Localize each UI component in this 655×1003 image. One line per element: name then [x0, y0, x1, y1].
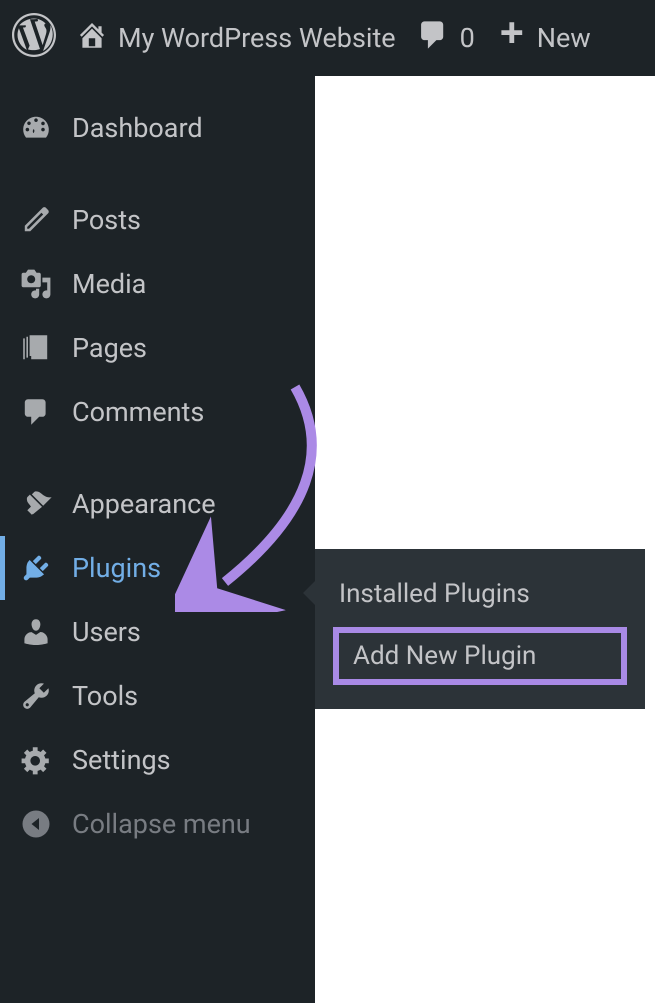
- new-content-link[interactable]: New: [495, 19, 591, 58]
- posts-icon: [18, 202, 54, 238]
- comments-icon: [18, 394, 54, 430]
- comments-link[interactable]: 0: [416, 18, 475, 59]
- submenu-item-label: Installed Plugins: [339, 579, 530, 609]
- sidebar-item-label: Comments: [72, 396, 204, 428]
- plugins-icon: [18, 550, 54, 586]
- site-name-label: My WordPress Website: [118, 22, 396, 54]
- pages-icon: [18, 330, 54, 366]
- wordpress-logo-icon: [12, 13, 56, 64]
- sidebar-item-comments[interactable]: Comments: [0, 380, 315, 444]
- collapse-icon: [18, 806, 54, 842]
- sidebar-item-plugins[interactable]: Plugins: [0, 536, 315, 600]
- tools-icon: [18, 678, 54, 714]
- sidebar-item-settings[interactable]: Settings: [0, 728, 315, 792]
- users-icon: [18, 614, 54, 650]
- sidebar-item-label: Dashboard: [72, 112, 203, 144]
- sidebar-item-label: Tools: [72, 680, 138, 712]
- sidebar-item-pages[interactable]: Pages: [0, 316, 315, 380]
- sidebar-item-label: Plugins: [72, 552, 161, 584]
- dashboard-icon: [18, 110, 54, 146]
- collapse-menu-button[interactable]: Collapse menu: [0, 792, 315, 856]
- plus-icon: [495, 19, 527, 58]
- sidebar-item-label: Settings: [72, 744, 171, 776]
- sidebar-item-label: Media: [72, 268, 146, 300]
- plugins-submenu: Installed Plugins Add New Plugin: [315, 549, 645, 709]
- comment-bubble-icon: [416, 18, 450, 59]
- submenu-item-installed-plugins[interactable]: Installed Plugins: [315, 567, 645, 621]
- settings-icon: [18, 742, 54, 778]
- media-icon: [18, 266, 54, 302]
- collapse-label: Collapse menu: [72, 808, 251, 840]
- comment-count: 0: [460, 22, 475, 54]
- sidebar-item-media[interactable]: Media: [0, 252, 315, 316]
- sidebar-item-label: Appearance: [72, 488, 216, 520]
- wp-logo-menu[interactable]: [12, 13, 56, 64]
- sidebar-item-label: Posts: [72, 204, 141, 236]
- submenu-item-label: Add New Plugin: [353, 641, 536, 671]
- menu-separator: [0, 444, 315, 472]
- menu-separator: [0, 160, 315, 188]
- sidebar-item-posts[interactable]: Posts: [0, 188, 315, 252]
- site-name-link[interactable]: My WordPress Website: [76, 19, 396, 58]
- sidebar-item-dashboard[interactable]: Dashboard: [0, 96, 315, 160]
- sidebar-item-label: Users: [72, 616, 141, 648]
- appearance-icon: [18, 486, 54, 522]
- admin-bar: My WordPress Website 0 New: [0, 0, 655, 76]
- sidebar-item-appearance[interactable]: Appearance: [0, 472, 315, 536]
- new-label: New: [537, 22, 591, 54]
- submenu-item-add-new-plugin[interactable]: Add New Plugin: [333, 627, 627, 685]
- sidebar-item-tools[interactable]: Tools: [0, 664, 315, 728]
- content-area: [315, 76, 655, 1003]
- sidebar-item-label: Pages: [72, 332, 147, 364]
- home-icon: [76, 19, 108, 58]
- sidebar-item-users[interactable]: Users: [0, 600, 315, 664]
- admin-sidebar: Dashboard Posts Media Pages Comments App…: [0, 76, 315, 1003]
